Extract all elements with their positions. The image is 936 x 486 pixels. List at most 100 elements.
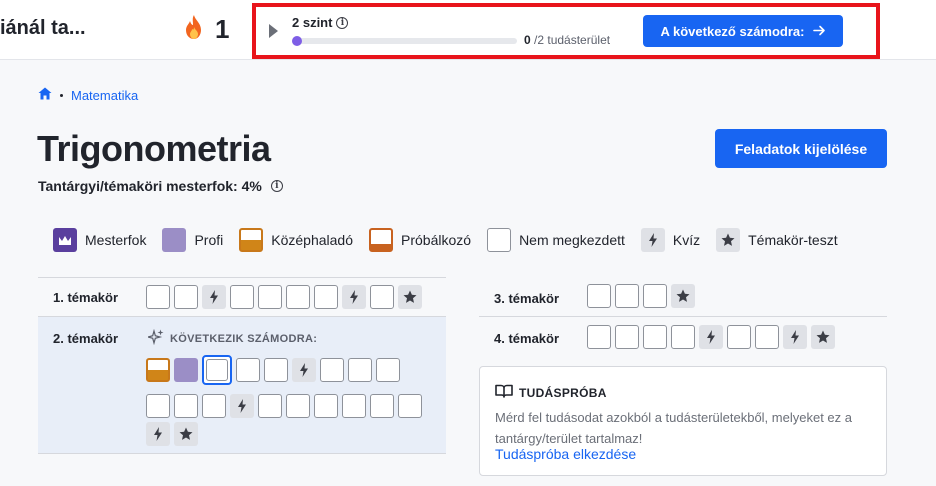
- book-icon: [495, 384, 513, 401]
- quiz-lightning-icon[interactable]: [202, 285, 226, 309]
- skill-not-started[interactable]: [615, 325, 639, 349]
- skill-not-started[interactable]: [146, 285, 170, 309]
- unit-skills: [587, 325, 835, 349]
- card-description: Mérd fel tudásodat azokból a tudásterüle…: [495, 410, 852, 446]
- skill-not-started[interactable]: [615, 284, 639, 308]
- card-title-text: TUDÁSPRÓBA: [519, 385, 607, 400]
- streak-count: 1: [215, 14, 230, 44]
- unit-row-1[interactable]: 1. témakör: [38, 277, 446, 317]
- unit2-skills-row3: [146, 422, 198, 446]
- skill-not-started[interactable]: [755, 325, 779, 349]
- quiz-lightning-icon[interactable]: [783, 325, 807, 349]
- skill-not-started[interactable]: [643, 325, 667, 349]
- next-up-text: KÖVETKEZIK SZÁMODRA:: [170, 332, 318, 345]
- legend-label: Középhaladó: [271, 232, 354, 248]
- top-bar: iánál ta... 1 2 szint i 0 /2 tudásterüle…: [0, 0, 936, 60]
- expand-caret-icon[interactable]: [269, 24, 278, 38]
- flame-icon: [183, 14, 205, 45]
- skill-not-started[interactable]: [236, 358, 260, 382]
- skill-not-started[interactable]: [320, 358, 344, 382]
- unit-row-3[interactable]: 3. témakör: [479, 277, 887, 317]
- legend-quiz: Kvíz: [640, 228, 700, 252]
- attempted-swatch: [369, 228, 394, 252]
- next-up-label: KÖVETKEZIK SZÁMODRA:: [145, 328, 318, 348]
- skill-not-started[interactable]: [230, 285, 254, 309]
- page-title: Trigonometria: [37, 128, 271, 169]
- skill-not-started[interactable]: [727, 325, 751, 349]
- level-progress-text: 0 /2 tudásterület: [524, 33, 610, 47]
- skill-not-started[interactable]: [342, 394, 366, 418]
- quiz-lightning-icon[interactable]: [230, 394, 254, 418]
- skill-not-started[interactable]: [398, 394, 422, 418]
- unit-test-star-icon[interactable]: [174, 422, 198, 446]
- skill-not-started[interactable]: [587, 325, 611, 349]
- skill-not-started[interactable]: [370, 285, 394, 309]
- card-title: TUDÁSPRÓBA: [495, 384, 607, 401]
- mastery-percentage: Tantárgyi/témaköri mesterfok: 4% i: [38, 178, 283, 194]
- legend-familiar: Középhaladó: [239, 228, 353, 252]
- quiz-lightning-icon[interactable]: [699, 325, 723, 349]
- skill-not-started[interactable]: [348, 358, 372, 382]
- info-icon[interactable]: i: [270, 180, 283, 192]
- legend-unit-test: Témakör-teszt: [716, 228, 838, 252]
- skill-not-started[interactable]: [146, 394, 170, 418]
- skill-not-started[interactable]: [286, 394, 310, 418]
- skill-not-started[interactable]: [258, 394, 282, 418]
- info-icon[interactable]: i: [336, 16, 349, 29]
- legend-label: Profi: [194, 232, 224, 248]
- star-icon: [716, 228, 741, 252]
- skill-not-started[interactable]: [587, 284, 611, 308]
- skill-not-started[interactable]: [643, 284, 667, 308]
- quiz-lightning-icon[interactable]: [146, 422, 170, 446]
- unit-label[interactable]: 2. témakör: [53, 331, 118, 346]
- unit-label[interactable]: 1. témakör: [53, 290, 118, 305]
- skill-not-started[interactable]: [314, 394, 338, 418]
- breadcrumb-link[interactable]: Matematika: [71, 88, 138, 103]
- unit-test-star-icon[interactable]: [398, 285, 422, 309]
- skill-not-started[interactable]: [671, 325, 695, 349]
- assign-exercises-button[interactable]: Feladatok kijelölése: [715, 129, 887, 168]
- level-progress-panel: 2 szint i 0 /2 tudásterület A következő …: [252, 3, 880, 59]
- home-icon[interactable]: [38, 87, 52, 103]
- skill-not-started[interactable]: [264, 358, 288, 382]
- unit-skills: [146, 285, 422, 309]
- level-label: 2 szint i: [292, 15, 349, 30]
- legend-label: Mesterfok: [85, 232, 147, 248]
- skill-not-started[interactable]: [174, 394, 198, 418]
- skill-not-started[interactable]: [370, 394, 394, 418]
- next-button-label: A következő számodra:: [660, 23, 805, 39]
- start-course-challenge-link[interactable]: Tudáspróba elkezdése: [495, 446, 636, 462]
- quiz-lightning-icon[interactable]: [342, 285, 366, 309]
- skill-not-started[interactable]: [174, 285, 198, 309]
- unit2-skills-row2: [146, 394, 422, 418]
- legend-label: Témakör-teszt: [748, 232, 838, 248]
- breadcrumb: Matematika: [38, 87, 138, 103]
- mastery-text: Tantárgyi/témaköri mesterfok: 4%: [38, 178, 262, 194]
- next-for-you-button[interactable]: A következő számodra:: [643, 15, 843, 47]
- skill-not-started[interactable]: [258, 285, 282, 309]
- unit-label[interactable]: 3. témakör: [494, 291, 559, 306]
- unit-skills: [587, 284, 695, 308]
- skill-not-started[interactable]: [202, 394, 226, 418]
- skill-proficient[interactable]: [174, 358, 198, 382]
- familiar-swatch: [239, 228, 264, 252]
- breadcrumb-separator: [60, 93, 63, 97]
- legend-not-started: Nem megkezdett: [487, 228, 625, 252]
- skill-not-started[interactable]: [376, 358, 400, 382]
- skill-familiar[interactable]: [146, 358, 170, 382]
- course-title[interactable]: iánál ta...: [0, 17, 86, 40]
- progress-value: 0: [524, 33, 531, 47]
- lightning-icon: [640, 228, 665, 252]
- unit-row-4[interactable]: 4. témakör: [479, 317, 887, 357]
- quiz-lightning-icon[interactable]: [292, 358, 316, 382]
- skill-not-started[interactable]: [314, 285, 338, 309]
- progress-total: /2 tudásterület: [530, 33, 611, 47]
- unit-test-star-icon[interactable]: [811, 325, 835, 349]
- skill-current[interactable]: [202, 355, 232, 385]
- legend-label: Nem megkezdett: [519, 232, 625, 248]
- streak[interactable]: 1: [183, 14, 229, 45]
- unit-label[interactable]: 4. témakör: [494, 331, 559, 346]
- level-progress-fill: [292, 36, 302, 46]
- skill-not-started[interactable]: [286, 285, 310, 309]
- unit-test-star-icon[interactable]: [671, 284, 695, 308]
